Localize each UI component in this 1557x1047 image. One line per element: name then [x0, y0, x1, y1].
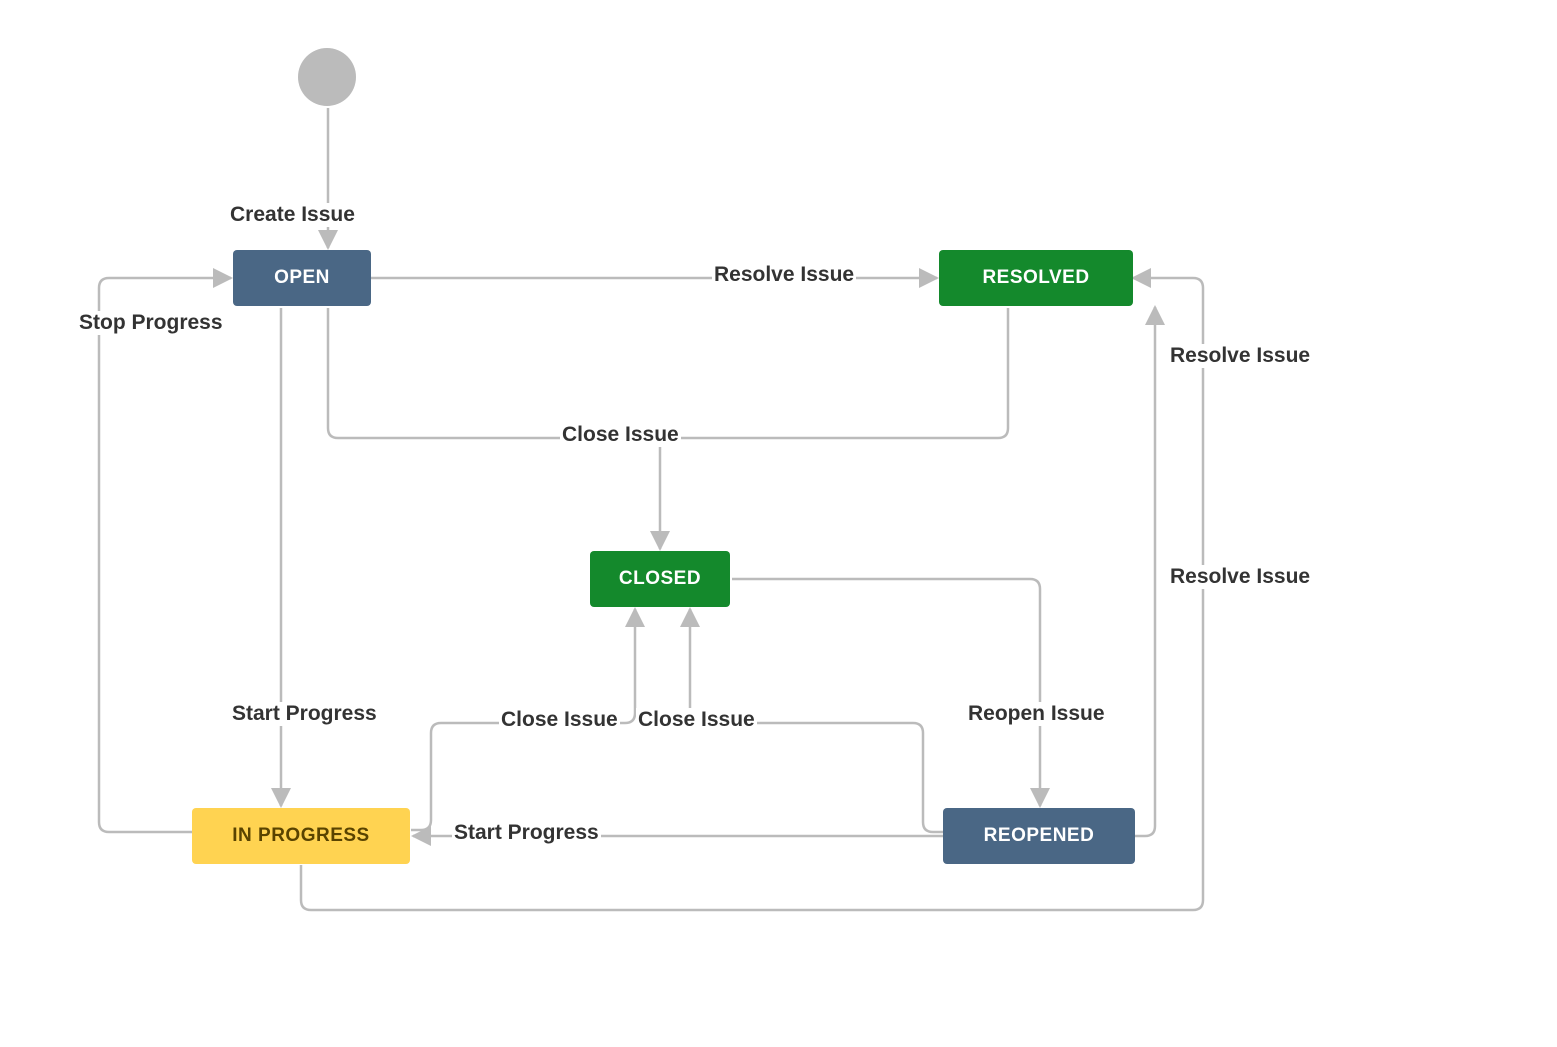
state-open: OPEN — [233, 250, 371, 306]
edge-close-from-resolved — [660, 308, 1008, 438]
state-resolved-label: RESOLVED — [982, 267, 1089, 289]
label-start-from-open: Start Progress — [230, 702, 379, 726]
label-resolve-open: Resolve Issue — [712, 263, 856, 287]
label-reopen-issue: Reopen Issue — [966, 702, 1107, 726]
edge-stop-progress — [99, 278, 231, 832]
state-closed: CLOSED — [590, 551, 730, 607]
workflow-edges — [0, 0, 1557, 1047]
label-create-issue: Create Issue — [228, 203, 357, 227]
label-start-from-reo: Start Progress — [452, 821, 601, 845]
state-reopened: REOPENED — [943, 808, 1135, 864]
label-resolve-reo: Resolve Issue — [1168, 565, 1312, 589]
state-closed-label: CLOSED — [619, 568, 701, 590]
state-resolved: RESOLVED — [939, 250, 1133, 306]
label-stop-progress: Stop Progress — [77, 311, 225, 335]
edge-reopen-issue — [732, 579, 1040, 806]
state-reopened-label: REOPENED — [984, 825, 1095, 847]
state-inprogress-label: IN PROGRESS — [232, 825, 369, 847]
state-inprogress: IN PROGRESS — [192, 808, 410, 864]
label-resolve-ip: Resolve Issue — [1168, 344, 1312, 368]
state-open-label: OPEN — [274, 267, 330, 289]
label-close-open-res: Close Issue — [560, 423, 681, 447]
edge-close-from-open — [328, 308, 660, 438]
state-start — [298, 48, 356, 106]
label-close-from-reo: Close Issue — [636, 708, 757, 732]
workflow-diagram: OPEN RESOLVED CLOSED IN PROGRESS REOPENE… — [0, 0, 1557, 1047]
edge-resolve-from-reopened — [1135, 307, 1155, 836]
label-close-from-ip: Close Issue — [499, 708, 620, 732]
